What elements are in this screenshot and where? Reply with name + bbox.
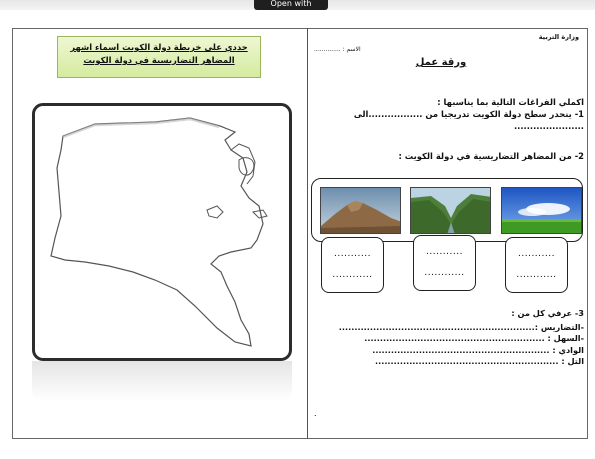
- map-frame: [32, 103, 292, 361]
- answer-blank: ...........: [518, 249, 555, 259]
- ministry-label: وزارة التربية: [538, 33, 579, 41]
- valley-photo-icon: [410, 187, 491, 234]
- answer-blank: ............: [516, 270, 557, 280]
- question-1-intro: اكملي الفراغات التالية بما يناسبها :: [437, 97, 584, 107]
- kuwait-outline-map-icon: [50, 117, 268, 347]
- plain-photo-icon: [501, 187, 582, 234]
- map-instruction-line: المضاهر التضاريسية في دولة الكويت: [83, 55, 235, 65]
- question-3: 3- عرفي كل من : -التضاريس :.............…: [314, 308, 584, 368]
- definition-line: -السهل : ...............................…: [364, 333, 584, 343]
- answer-box-plain[interactable]: ........... ............: [505, 237, 568, 293]
- map-instruction-box: حددي على خريطة دولة الكويت اسماء اشهر ال…: [57, 36, 261, 78]
- open-with-button[interactable]: Open with: [254, 0, 328, 10]
- student-name-field: الاسم : ..............: [314, 46, 361, 53]
- question-2-title: 2- من المضاهر التضاريسية في دولة الكويت …: [398, 151, 584, 161]
- answer-blank: ...........: [334, 249, 371, 259]
- column-divider: [307, 28, 308, 439]
- definition-line: التل : .................................…: [374, 356, 584, 366]
- definition-line: الوادي : ...............................…: [372, 344, 584, 355]
- answer-blank: ............: [332, 270, 373, 280]
- mountain-photo-icon: [320, 187, 401, 234]
- answer-blank: ...........: [426, 247, 463, 257]
- open-with-label: Open with: [270, 0, 312, 8]
- map-instruction-line: حددي على خريطة دولة الكويت اسماء اشهر: [70, 42, 248, 52]
- answer-box-mountain[interactable]: ........... ............: [321, 237, 384, 293]
- question-1-line: 1- ينحدر سطح دولة الكويت تدريجيا من ....…: [353, 109, 584, 119]
- definition-line: -التضاريس :.............................…: [338, 321, 584, 332]
- question-3-title: 3- عرفي كل من :: [511, 308, 584, 318]
- question-1: اكملي الفراغات التالية بما يناسبها : 1- …: [314, 96, 584, 132]
- question-1-blank: ......................: [514, 121, 584, 131]
- worksheet-title: ورقة عمل: [415, 57, 467, 68]
- map-reflection: [32, 361, 292, 401]
- answer-box-valley[interactable]: ........... ............: [413, 235, 476, 291]
- footer-dot: .: [314, 409, 317, 418]
- answer-blank: ............: [424, 268, 465, 278]
